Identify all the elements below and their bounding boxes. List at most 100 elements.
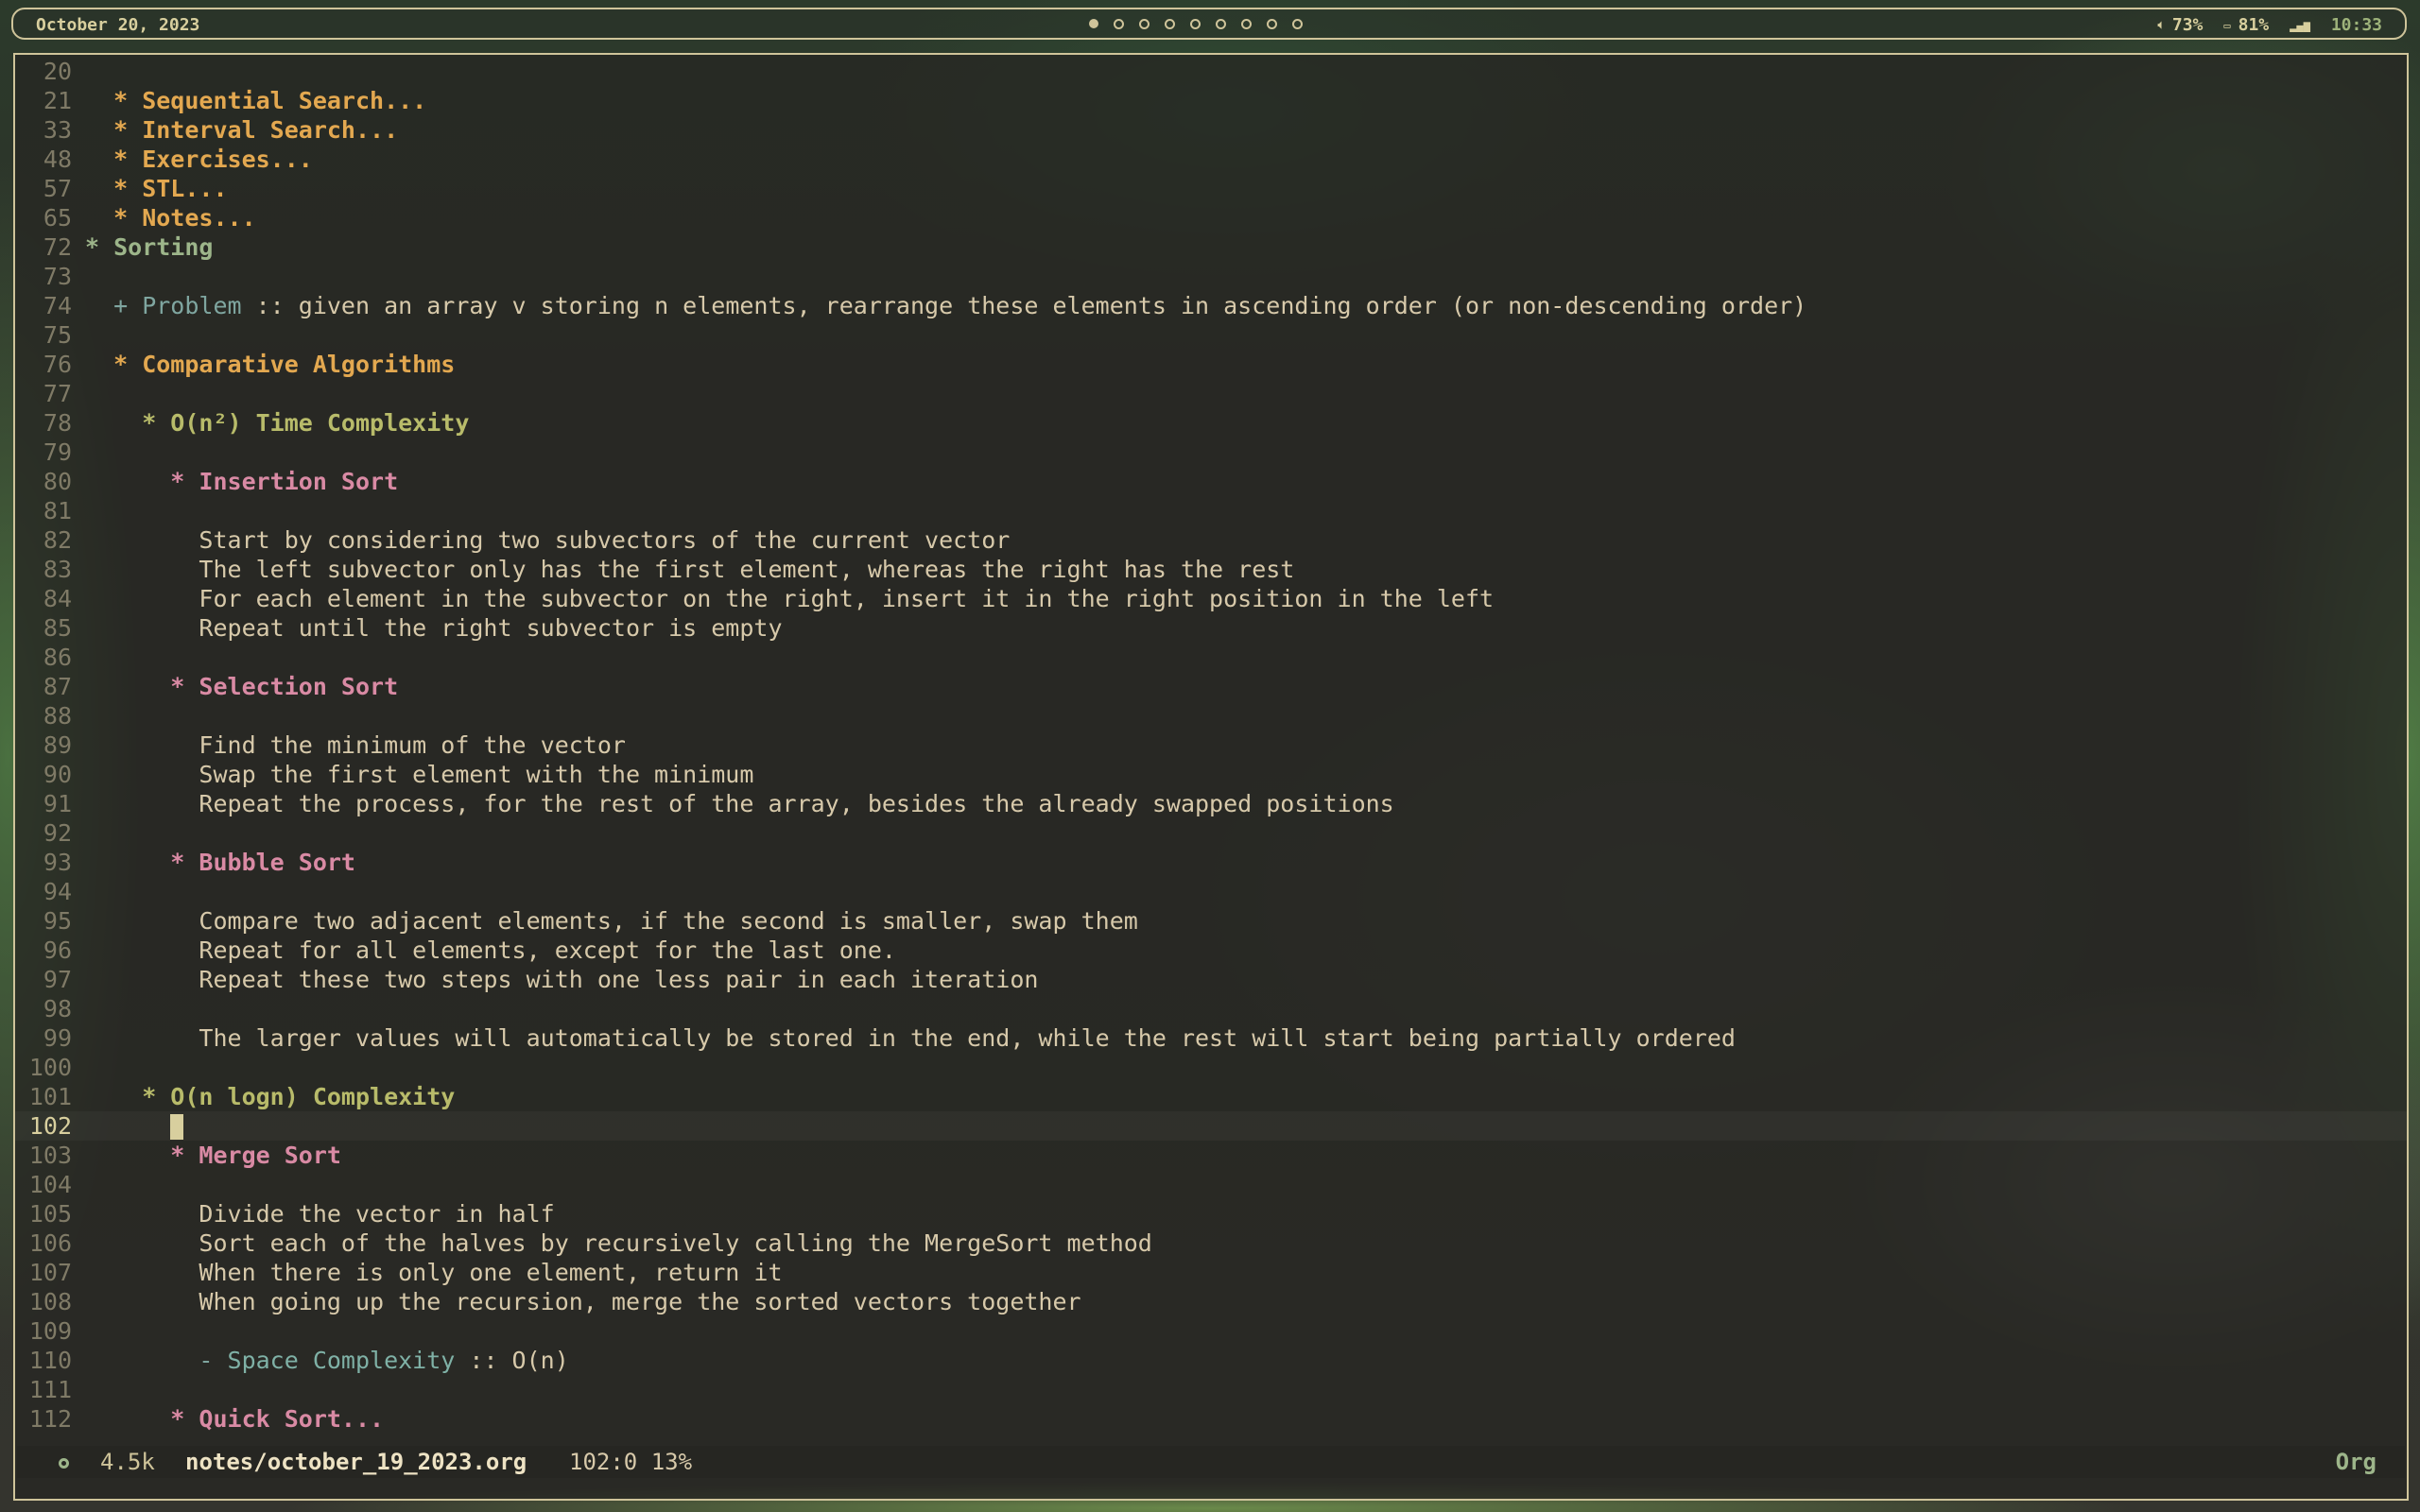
text-segment: Start by considering two subvectors of t… xyxy=(85,526,1011,554)
line-text: Start by considering two subvectors of t… xyxy=(85,525,1010,555)
workspace-2-indicator[interactable] xyxy=(1114,19,1124,29)
buffer-line[interactable]: 73 xyxy=(15,262,2407,291)
line-number: 96 xyxy=(43,936,72,964)
line-number: 76 xyxy=(43,351,72,378)
line-number: 84 xyxy=(43,585,72,612)
line-text: * Bubble Sort xyxy=(85,848,355,877)
buffer-line[interactable]: 98 xyxy=(15,994,2407,1023)
buffer-line[interactable]: 81 xyxy=(15,496,2407,525)
line-text: Sort each of the halves by recursively c… xyxy=(85,1228,1151,1258)
workspace-8-indicator[interactable] xyxy=(1267,19,1277,29)
buffer-line[interactable]: 87 * Selection Sort xyxy=(15,672,2407,701)
buffer-line[interactable]: 102 xyxy=(15,1111,2407,1141)
text-segment: * Exercises... xyxy=(85,146,313,173)
workspace-1-indicator[interactable] xyxy=(1089,19,1098,28)
major-mode[interactable]: Org xyxy=(2336,1446,2377,1478)
workspace-6-indicator[interactable] xyxy=(1216,19,1226,29)
editor-window[interactable]: 20 21 * Sequential Search... 33 * Interval… xyxy=(13,53,2409,1501)
buffer-line[interactable]: 84 For each element in the subvector on … xyxy=(15,584,2407,613)
line-number: 65 xyxy=(43,204,72,232)
line-text: When there is only one element, return i… xyxy=(85,1258,782,1287)
buffer-line[interactable]: 20 xyxy=(15,57,2407,86)
line-number: 20 xyxy=(43,58,72,85)
line-number: 57 xyxy=(43,175,72,202)
buffer-line[interactable]: 85 Repeat until the right subvector is e… xyxy=(15,613,2407,643)
buffer-line[interactable]: 97 Repeat these two steps with one less … xyxy=(15,965,2407,994)
line-text: Find the minimum of the vector xyxy=(85,730,626,760)
buffer-line[interactable]: 96 Repeat for all elements, except for t… xyxy=(15,936,2407,965)
text-segment: * Sorting xyxy=(85,233,214,261)
line-number: 82 xyxy=(43,526,72,554)
buffer-line[interactable]: 78 * O(n²) Time Complexity xyxy=(15,408,2407,438)
buffer-line[interactable]: 75 xyxy=(15,320,2407,350)
buffer-line[interactable]: 65 * Notes... xyxy=(15,203,2407,232)
text-segment xyxy=(85,1112,170,1140)
line-number: 87 xyxy=(43,673,72,700)
text-segment: Swap the first element with the minimum xyxy=(85,761,754,788)
line-text xyxy=(85,1111,184,1141)
buffer-line[interactable]: 100 xyxy=(15,1053,2407,1082)
buffer-line[interactable]: 103 * Merge Sort xyxy=(15,1141,2407,1170)
workspace-9-indicator[interactable] xyxy=(1292,19,1303,29)
buffer-line[interactable]: 77 xyxy=(15,379,2407,408)
buffer-line[interactable]: 92 xyxy=(15,818,2407,848)
buffer-line[interactable]: 108 When going up the recursion, merge t… xyxy=(15,1287,2407,1316)
buffer-line[interactable]: 57 * STL... xyxy=(15,174,2407,203)
buffer-line[interactable]: 105 Divide the vector in half xyxy=(15,1199,2407,1228)
buffer-line[interactable]: 72 * Sorting xyxy=(15,232,2407,262)
buffer-line[interactable]: 79 xyxy=(15,438,2407,467)
line-number: 72 xyxy=(43,233,72,261)
text-segment: For each element in the subvector on the… xyxy=(85,585,1495,612)
battery-indicator[interactable]: ▭ 81% xyxy=(2223,15,2269,35)
buffer-line[interactable]: 88 xyxy=(15,701,2407,730)
text-segment: * Insertion Sort xyxy=(85,468,399,495)
buffer-line[interactable]: 74 + Problem :: given an array v storing… xyxy=(15,291,2407,320)
line-text: Repeat these two steps with one less pai… xyxy=(85,965,1038,994)
signal-indicator[interactable]: ▂▄▆ xyxy=(2290,19,2310,32)
buffer-line[interactable]: 95 Compare two adjacent elements, if the… xyxy=(15,906,2407,936)
buffer-line[interactable]: 90 Swap the first element with the minim… xyxy=(15,760,2407,789)
buffer-line[interactable]: 82 Start by considering two subvectors o… xyxy=(15,525,2407,555)
buffer-line[interactable]: 104 xyxy=(15,1170,2407,1199)
buffer-line[interactable]: 21 * Sequential Search... xyxy=(15,86,2407,115)
buffer-line[interactable]: 83 The left subvector only has the first… xyxy=(15,555,2407,584)
text-segment: Repeat until the right subvector is empt… xyxy=(85,614,783,642)
text-buffer[interactable]: 20 21 * Sequential Search... 33 * Interval… xyxy=(15,57,2407,1434)
line-number: 85 xyxy=(43,614,72,642)
buffer-line[interactable]: 80 * Insertion Sort xyxy=(15,467,2407,496)
buffer-line[interactable]: 109 xyxy=(15,1316,2407,1346)
buffer-line[interactable]: 86 xyxy=(15,643,2407,672)
buffer-line[interactable]: 110 - Space Complexity :: O(n) xyxy=(15,1346,2407,1375)
line-number: 102 xyxy=(28,1112,72,1140)
line-number: 88 xyxy=(43,702,72,730)
buffer-line[interactable]: 107 When there is only one element, retu… xyxy=(15,1258,2407,1287)
clock: 10:33 xyxy=(2330,15,2382,35)
line-number: 33 xyxy=(43,116,72,144)
workspace-5-indicator[interactable] xyxy=(1190,19,1201,29)
buffer-line[interactable]: 48 * Exercises... xyxy=(15,145,2407,174)
buffer-line[interactable]: 33 * Interval Search... xyxy=(15,115,2407,145)
buffer-line[interactable]: 91 Repeat the process, for the rest of t… xyxy=(15,789,2407,818)
volume-indicator[interactable]: 🔈︎ 73% xyxy=(2158,15,2204,35)
line-number: 98 xyxy=(43,995,72,1022)
workspace-4-indicator[interactable] xyxy=(1165,19,1175,29)
workspace-3-indicator[interactable] xyxy=(1139,19,1150,29)
text-segment: * Quick Sort... xyxy=(85,1405,385,1433)
signal-icon: ▂▄▆ xyxy=(2290,18,2310,32)
buffer-line[interactable]: 99 The larger values will automatically … xyxy=(15,1023,2407,1053)
buffer-line[interactable]: 112 * Quick Sort... xyxy=(15,1404,2407,1434)
line-number: 21 xyxy=(43,87,72,114)
line-text: + Problem :: given an array v storing n … xyxy=(85,291,1806,320)
buffer-line[interactable]: 101 * O(n logn) Complexity xyxy=(15,1082,2407,1111)
buffer-line[interactable]: 111 xyxy=(15,1375,2407,1404)
line-text: Divide the vector in half xyxy=(85,1199,554,1228)
buffer-line[interactable]: 94 xyxy=(15,877,2407,906)
line-number: 97 xyxy=(43,966,72,993)
buffer-line[interactable]: 76 * Comparative Algorithms xyxy=(15,350,2407,379)
buffer-line[interactable]: 89 Find the minimum of the vector xyxy=(15,730,2407,760)
buffer-line[interactable]: 93 * Bubble Sort xyxy=(15,848,2407,877)
workspace-7-indicator[interactable] xyxy=(1241,19,1252,29)
buffer-line[interactable]: 106 Sort each of the halves by recursive… xyxy=(15,1228,2407,1258)
line-number: 83 xyxy=(43,556,72,583)
line-text: Swap the first element with the minimum xyxy=(85,760,753,789)
